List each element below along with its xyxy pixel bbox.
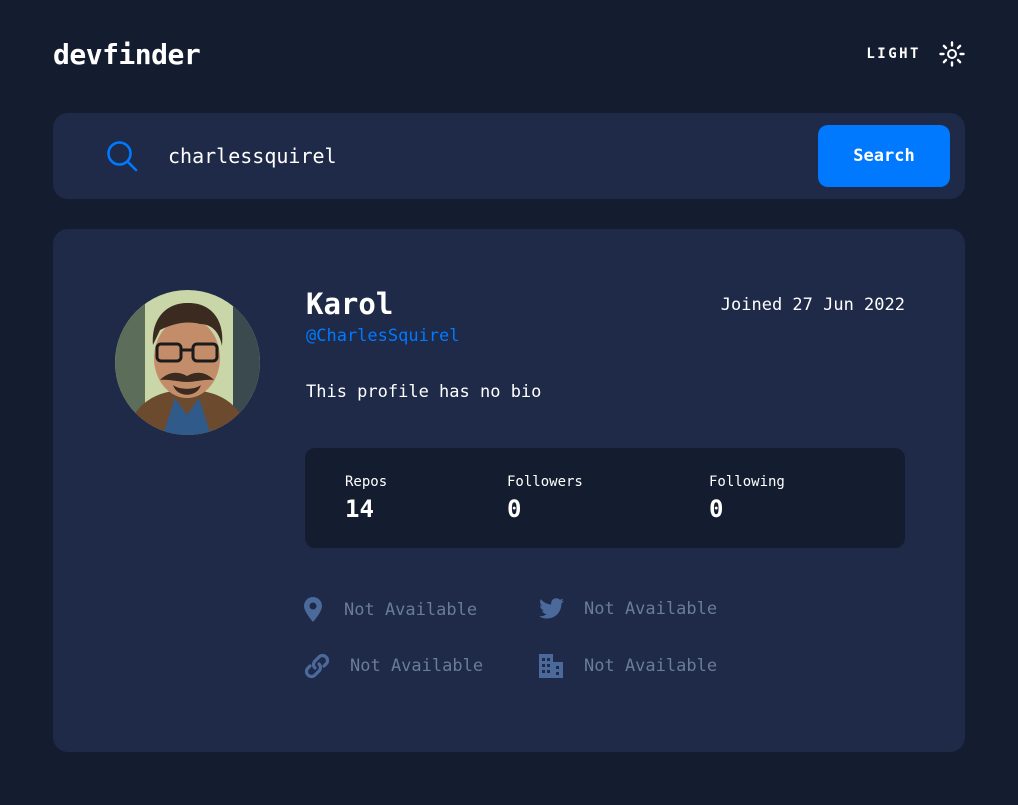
stat-following-label: Following [709,474,785,490]
company-icon [538,653,564,679]
header: devfinder LIGHT [53,32,965,76]
website-item: Not Available [304,653,483,679]
search-icon [106,140,138,176]
twitter-item: Not Available [538,597,717,621]
stat-repos: Repos 14 [345,473,387,524]
link-icon [304,653,330,679]
theme-toggle[interactable]: LIGHT [866,41,965,67]
stat-followers-value: 0 [507,495,522,523]
stats-panel: Repos 14 Followers 0 Following 0 [305,448,905,548]
stat-followers-label: Followers [507,474,583,490]
location-text: Not Available [344,599,478,620]
stat-followers: Followers 0 [507,473,583,524]
avatar [115,290,260,435]
search-button[interactable]: Search [818,125,950,187]
profile-name: Karol [306,287,394,321]
profile-bio: This profile has no bio [306,382,542,402]
theme-label: LIGHT [866,46,921,62]
stat-following: Following 0 [709,473,785,524]
joined-date: Joined 27 Jun 2022 [720,295,905,315]
profile-handle[interactable]: @CharlesSquirel [306,324,460,348]
stat-repos-value: 14 [345,495,374,523]
company-text: Not Available [584,656,718,676]
location-icon [304,597,322,622]
twitter-icon [538,598,564,620]
location-item: Not Available [304,597,477,622]
twitter-text: Not Available [584,599,718,619]
company-item: Not Available [538,653,717,679]
logo: devfinder [53,37,201,71]
search-input[interactable] [168,140,788,172]
stat-repos-label: Repos [345,474,388,490]
sun-icon [939,41,965,67]
stat-following-value: 0 [709,495,724,523]
website-link[interactable]: Not Available [350,654,483,678]
